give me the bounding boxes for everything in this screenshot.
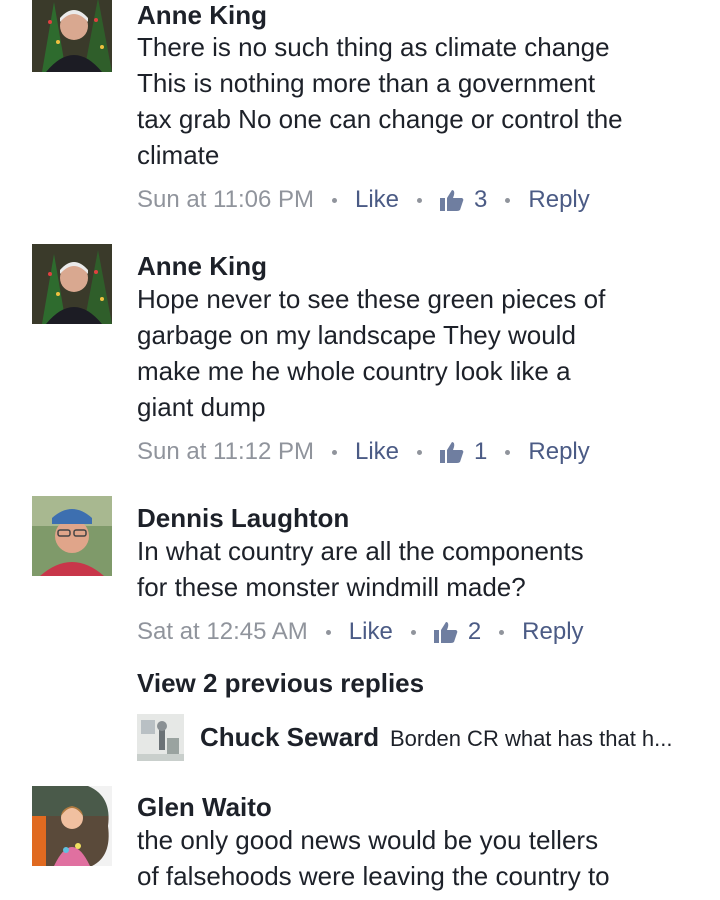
thumbs-up-icon: [440, 189, 464, 211]
comment-text-line: the only good news would be you tellers: [137, 825, 599, 855]
view-previous-replies-link[interactable]: View 2 previous replies: [137, 668, 424, 699]
comment-text-line: This is nothing more than a government: [137, 68, 596, 98]
comment-text-line: climate: [137, 140, 220, 170]
separator-dot: [417, 197, 423, 203]
like-button[interactable]: Like: [349, 618, 393, 646]
reply-button[interactable]: Reply: [528, 438, 589, 466]
separator-dot: [505, 197, 511, 203]
reply-preview[interactable]: Chuck Seward Borden CR what has that h..…: [137, 714, 720, 762]
avatar[interactable]: [137, 714, 184, 761]
comment-text-line: make me he whole country look like a: [137, 356, 571, 386]
reply-snippet: Borden CR what has that h...: [390, 726, 673, 751]
comment-timestamp[interactable]: Sat at 12:45 AM: [137, 618, 308, 646]
like-count[interactable]: 2: [468, 618, 481, 646]
avatar[interactable]: [32, 0, 112, 72]
comment-meta: Sun at 11:06 PM Like 3 Reply: [137, 186, 590, 214]
separator-dot: [410, 629, 416, 635]
comment-text-line: garbage on my landscape They would: [137, 320, 576, 350]
comment-text-line: In what country are all the components: [137, 536, 584, 566]
separator-dot: [505, 449, 511, 455]
comment-text-line: There is no such thing as climate change: [137, 32, 610, 62]
avatar[interactable]: [32, 786, 112, 866]
like-button[interactable]: Like: [355, 438, 399, 466]
comment-text: Hope never to see these green pieces of …: [137, 281, 697, 425]
comment-text-line: of falsehoods were leaving the country t…: [137, 861, 610, 891]
like-button[interactable]: Like: [355, 186, 399, 214]
reply-author[interactable]: Chuck Seward: [200, 722, 379, 753]
comment-author[interactable]: Anne King: [137, 251, 267, 282]
comment-text-line: giant dump: [137, 392, 266, 422]
avatar[interactable]: [32, 244, 112, 324]
separator-dot: [417, 449, 423, 455]
comment-author[interactable]: Dennis Laughton: [137, 503, 349, 534]
separator-dot: [332, 197, 337, 203]
like-count[interactable]: 3: [474, 186, 487, 214]
comment-text: In what country are all the components f…: [137, 533, 697, 605]
like-count[interactable]: 1: [474, 438, 487, 466]
reply-button[interactable]: Reply: [522, 618, 583, 646]
comment-author[interactable]: Anne King: [137, 0, 267, 31]
comment-text-line: tax grab No one can change or control th…: [137, 104, 623, 134]
comment-text: There is no such thing as climate change…: [137, 29, 697, 173]
separator-dot: [325, 629, 331, 635]
separator-dot: [499, 629, 505, 635]
avatar[interactable]: [32, 496, 112, 576]
comment-meta: Sat at 12:45 AM Like 2 Reply: [137, 618, 584, 646]
comment-author[interactable]: Glen Waito: [137, 792, 272, 823]
comment-timestamp[interactable]: Sun at 11:12 PM: [137, 438, 314, 466]
separator-dot: [332, 449, 337, 455]
comment-text-line: for these monster windmill made?: [137, 572, 526, 602]
thumbs-up-icon: [440, 441, 464, 463]
comment-timestamp[interactable]: Sun at 11:06 PM: [137, 186, 314, 214]
comment-text-line: Hope never to see these green pieces of: [137, 284, 606, 314]
reply-button[interactable]: Reply: [528, 186, 589, 214]
thumbs-up-icon: [433, 621, 458, 643]
comment-meta: Sun at 11:12 PM Like 1 Reply: [137, 438, 590, 466]
comment-text: the only good news would be you tellers …: [137, 822, 697, 894]
